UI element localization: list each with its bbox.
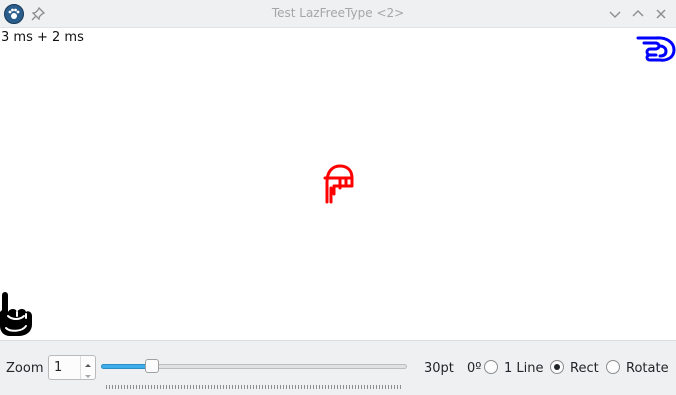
spin-down-button[interactable]	[81, 367, 95, 378]
minimize-button[interactable]	[607, 6, 623, 22]
slider-ticks	[106, 385, 402, 389]
radio-1-line[interactable]	[484, 360, 498, 374]
title-bar[interactable]: Test LazFreeType <2>	[0, 0, 676, 28]
timing-text: 3 ms + 2 ms	[1, 30, 84, 45]
radio-rect[interactable]	[550, 360, 564, 374]
chevron-down-icon	[85, 375, 91, 378]
spin-arrows	[80, 356, 95, 379]
spin-up-button[interactable]	[81, 356, 95, 367]
slider-handle[interactable]	[145, 359, 159, 373]
radio-label-1-line[interactable]: 1 Line	[504, 361, 544, 376]
radio-dot	[554, 364, 560, 370]
render-canvas[interactable]: 3 ms + 2 ms	[0, 28, 676, 340]
angle-label: 0º	[467, 361, 482, 376]
zoom-value[interactable]: 1	[54, 360, 62, 375]
window-title: Test LazFreeType <2>	[271, 6, 405, 20]
zoom-spinbox[interactable]: 1	[48, 355, 96, 380]
size-slider[interactable]	[101, 357, 407, 377]
size-label: 30pt	[424, 361, 454, 376]
zoom-label: Zoom	[6, 361, 44, 376]
pointing-hand-up-glyph	[0, 292, 32, 336]
bottom-toolbar: Zoom 1 30pt 0º 1 Line Rect Rotate	[0, 340, 676, 395]
radio-label-rect[interactable]: Rect	[570, 361, 599, 376]
chevron-down-icon	[609, 11, 621, 18]
maximize-button[interactable]	[630, 6, 646, 22]
close-button[interactable]	[653, 6, 669, 22]
close-icon	[656, 9, 666, 19]
radio-label-rotate[interactable]: Rotate	[626, 361, 669, 376]
radio-rotate[interactable]	[606, 360, 620, 374]
pointing-hand-left-glyph	[636, 36, 676, 62]
chevron-up-icon	[632, 10, 644, 17]
pointing-hand-down-glyph	[323, 164, 354, 204]
